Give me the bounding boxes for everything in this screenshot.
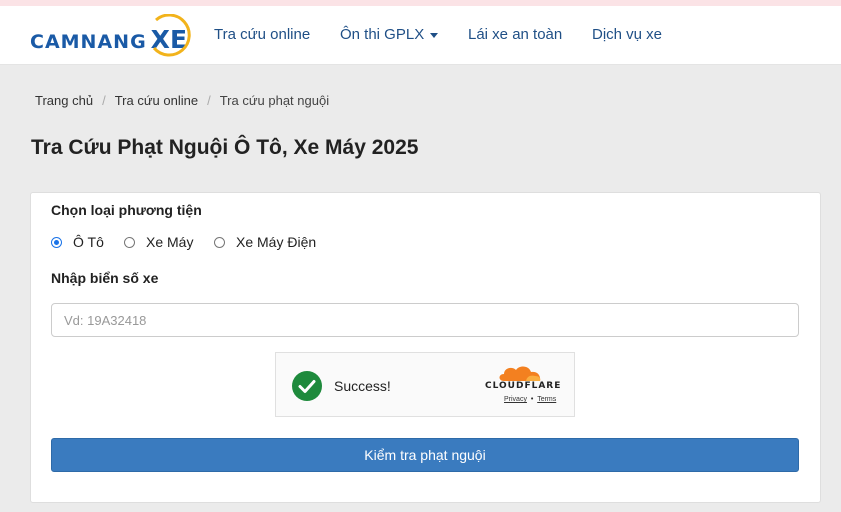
- nav-on-thi-gplx[interactable]: Ôn thi GPLX: [340, 26, 439, 43]
- nav-dich-vu-xe[interactable]: Dịch vụ xe: [592, 26, 662, 43]
- plate-number-label: Nhập biển số xe: [51, 270, 159, 286]
- breadcrumb-home[interactable]: Trang chủ: [35, 93, 93, 108]
- radio-checked-icon[interactable]: [51, 236, 62, 248]
- radio-o-to[interactable]: Ô Tô: [51, 234, 104, 250]
- link-separator: •: [530, 396, 534, 403]
- lookup-form-card: Chọn loại phương tiện Ô Tô Xe Máy Xe Máy…: [30, 192, 821, 503]
- nav-tra-cuu-online[interactable]: Tra cứu online: [214, 26, 310, 43]
- breadcrumb-separator: /: [207, 93, 211, 108]
- captcha-status-text: Success!: [334, 378, 391, 394]
- vehicle-type-label: Chọn loại phương tiện: [51, 202, 202, 218]
- check-fines-button[interactable]: Kiểm tra phạt nguội: [51, 438, 799, 472]
- nav-lai-xe-an-toan[interactable]: Lái xe an toàn: [468, 26, 562, 43]
- navbar: CAMNANG XE Tra cứu online Ôn thi GPLX Lái…: [0, 6, 841, 65]
- caret-down-icon: [430, 32, 439, 38]
- cloudflare-turnstile-widget[interactable]: Success! CLOUDFLARE Privacy • Terms: [275, 352, 575, 417]
- logo-swoosh-icon: [152, 14, 191, 57]
- plate-number-input[interactable]: [51, 303, 799, 337]
- breadcrumb-current: Tra cứu phạt nguội: [219, 93, 330, 108]
- radio-xe-may-dien-label: Xe Máy Điện: [236, 234, 317, 250]
- breadcrumb-tra-cuu-online[interactable]: Tra cứu online: [115, 93, 198, 108]
- cloudflare-links: Privacy • Terms: [504, 396, 556, 403]
- radio-xe-may-label: Xe Máy: [146, 234, 194, 250]
- cloudflare-cloud-icon: [499, 366, 541, 381]
- logo-brand: CAMNANG: [30, 31, 147, 53]
- privacy-link[interactable]: Privacy: [504, 396, 527, 403]
- radio-o-to-label: Ô Tô: [73, 234, 104, 250]
- page-title: Tra Cứu Phạt Nguội Ô Tô, Xe Máy 2025: [31, 136, 419, 159]
- radio-xe-may[interactable]: Xe Máy: [124, 234, 193, 250]
- breadcrumb-separator: /: [102, 93, 106, 108]
- radio-xe-may-dien[interactable]: Xe Máy Điện: [214, 234, 316, 250]
- radio-unchecked-icon[interactable]: [124, 236, 135, 248]
- success-check-icon: [292, 371, 322, 401]
- breadcrumb: Trang chủ / Tra cứu online / Tra cứu phạt ng…: [35, 93, 329, 108]
- nav-on-thi-gplx-label: Ôn thi GPLX: [340, 26, 425, 43]
- radio-unchecked-icon[interactable]: [214, 236, 225, 248]
- terms-link[interactable]: Terms: [537, 396, 556, 403]
- site-logo[interactable]: CAMNANG XE: [30, 12, 200, 58]
- cloudflare-wordmark: CLOUDFLARE: [485, 381, 562, 391]
